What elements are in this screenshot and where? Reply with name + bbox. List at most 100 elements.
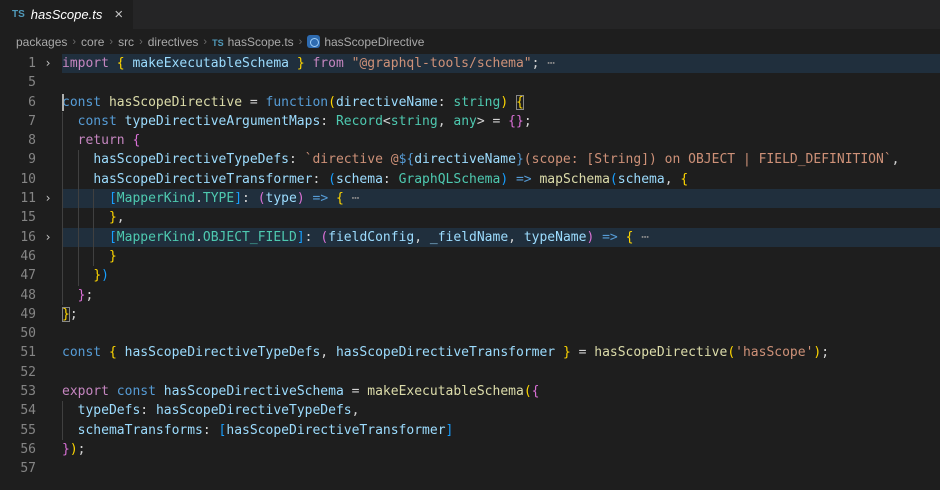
- indent-guide: [62, 150, 63, 169]
- code-token: fieldConfig: [328, 230, 414, 245]
- code-token: ;: [85, 288, 93, 303]
- code-token: ,: [320, 345, 336, 360]
- code-token: schema: [618, 172, 665, 187]
- code-token: const: [117, 384, 156, 399]
- code-token: ,: [892, 152, 900, 167]
- code-token: [62, 403, 78, 418]
- code-token: ,: [438, 114, 454, 129]
- chevron-right-icon: ›: [299, 36, 303, 48]
- code-content: export const hasScopeDirectiveSchema = m…: [62, 382, 940, 401]
- code-token: [62, 210, 109, 225]
- code-line[interactable]: 15 },: [0, 208, 940, 227]
- code-token: [62, 191, 109, 206]
- indent-guide: [62, 170, 63, 189]
- code-token: }: [297, 56, 305, 71]
- code-line[interactable]: 47 }): [0, 266, 940, 285]
- chevron-right-icon: ›: [139, 36, 143, 48]
- code-line[interactable]: 48 };: [0, 286, 940, 305]
- fold-expand-chevron-icon[interactable]: ›: [36, 228, 60, 247]
- code-token: [109, 384, 117, 399]
- code-content: [62, 324, 940, 343]
- code-token: hasScopeDirectiveTypeDefs: [156, 403, 352, 418]
- code-token: (: [727, 345, 735, 360]
- code-content: const typeDirectiveArgumentMaps: Record<…: [62, 112, 940, 131]
- text-cursor: [62, 94, 64, 111]
- code-token: .: [195, 191, 203, 206]
- gutter: 47: [0, 266, 62, 285]
- code-token: =: [485, 114, 508, 129]
- line-number: 5: [0, 73, 36, 92]
- breadcrumb-item-directives[interactable]: directives: [148, 35, 199, 49]
- code-line[interactable]: 11› [MapperKind.TYPE]: (type) => { ⋯: [0, 189, 940, 208]
- breadcrumb-file-label: hasScope.ts: [228, 35, 294, 49]
- code-line[interactable]: 6const hasScopeDirective = function(dire…: [0, 93, 940, 112]
- code-token: ;: [78, 442, 86, 457]
- code-token: TYPE: [203, 191, 234, 206]
- code-line[interactable]: 46 }: [0, 247, 940, 266]
- code-line[interactable]: 5: [0, 73, 940, 92]
- indent-guide: [62, 131, 63, 150]
- fold-expand-chevron-icon[interactable]: ›: [36, 54, 60, 73]
- code-token: {: [532, 384, 540, 399]
- line-number: 51: [0, 343, 36, 362]
- code-token: ,: [508, 230, 524, 245]
- code-token: [117, 114, 125, 129]
- code-token: {: [336, 191, 344, 206]
- code-token: const: [62, 345, 101, 360]
- fold-expand-chevron-icon[interactable]: ›: [36, 189, 60, 208]
- code-token: ): [101, 268, 109, 283]
- line-number: 16: [0, 228, 36, 247]
- code-token: [62, 114, 78, 129]
- code-content: [MapperKind.TYPE]: (type) => { ⋯: [62, 189, 940, 208]
- code-line[interactable]: 56});: [0, 440, 940, 459]
- breadcrumb-item-file[interactable]: TShasScope.ts: [212, 35, 294, 49]
- tab-hasscope[interactable]: TS hasScope.ts ×: [0, 0, 133, 29]
- code-line[interactable]: 50: [0, 324, 940, 343]
- code-editor[interactable]: 1›import { makeExecutableSchema } from "…: [0, 54, 940, 490]
- code-token: typeDefs: [78, 403, 141, 418]
- code-line[interactable]: 54 typeDefs: hasScopeDirectiveTypeDefs,: [0, 401, 940, 420]
- breadcrumb-item-packages[interactable]: packages: [16, 35, 67, 49]
- code-token: hasScopeDirectiveTransformer: [93, 172, 312, 187]
- code-token: (: [320, 230, 328, 245]
- code-line[interactable]: 9 hasScopeDirectiveTypeDefs: `directive …: [0, 150, 940, 169]
- breadcrumb-item-symbol[interactable]: hasScopeDirective: [307, 35, 424, 49]
- code-token: {: [132, 133, 140, 148]
- code-line[interactable]: 10 hasScopeDirectiveTransformer: (schema…: [0, 170, 940, 189]
- code-line[interactable]: 49};: [0, 305, 940, 324]
- folded-code-indicator[interactable]: ⋯: [539, 56, 555, 71]
- code-token: ]: [297, 230, 305, 245]
- gutter: 1›: [0, 54, 62, 73]
- code-token: hasScopeDirectiveSchema: [164, 384, 344, 399]
- code-line[interactable]: 52: [0, 363, 940, 382]
- code-token: makeExecutableSchema: [367, 384, 524, 399]
- gutter: 55: [0, 421, 62, 440]
- code-content: const hasScopeDirective = function(direc…: [62, 93, 940, 112]
- close-tab-icon[interactable]: ×: [114, 7, 123, 22]
- code-token: hasScopeDirectiveTransformer: [336, 345, 555, 360]
- code-content: hasScopeDirectiveTypeDefs: `directive @$…: [62, 150, 940, 169]
- indent-guide: [62, 208, 63, 227]
- breadcrumb-item-core[interactable]: core: [81, 35, 104, 49]
- folded-code-indicator[interactable]: ⋯: [344, 191, 360, 206]
- code-line[interactable]: 51const { hasScopeDirectiveTypeDefs, has…: [0, 343, 940, 362]
- folded-code-indicator[interactable]: ⋯: [633, 230, 649, 245]
- code-line[interactable]: 1›import { makeExecutableSchema } from "…: [0, 54, 940, 73]
- code-line[interactable]: 7 const typeDirectiveArgumentMaps: Recor…: [0, 112, 940, 131]
- breadcrumb-item-src[interactable]: src: [118, 35, 134, 49]
- code-token: [508, 172, 516, 187]
- code-token: type: [266, 191, 297, 206]
- code-line[interactable]: 57: [0, 459, 940, 478]
- code-line[interactable]: 8 return {: [0, 131, 940, 150]
- code-line[interactable]: 16› [MapperKind.OBJECT_FIELD]: (fieldCon…: [0, 228, 940, 247]
- code-token: >: [477, 114, 485, 129]
- code-token: [62, 423, 78, 438]
- code-line[interactable]: 55 schemaTransforms: [hasScopeDirectiveT…: [0, 421, 940, 440]
- indent-guide: [62, 228, 63, 247]
- line-number: 9: [0, 150, 36, 169]
- code-token: [555, 345, 563, 360]
- gutter: 16›: [0, 228, 62, 247]
- code-token: {: [109, 345, 117, 360]
- code-token: [: [109, 191, 117, 206]
- code-line[interactable]: 53export const hasScopeDirectiveSchema =…: [0, 382, 940, 401]
